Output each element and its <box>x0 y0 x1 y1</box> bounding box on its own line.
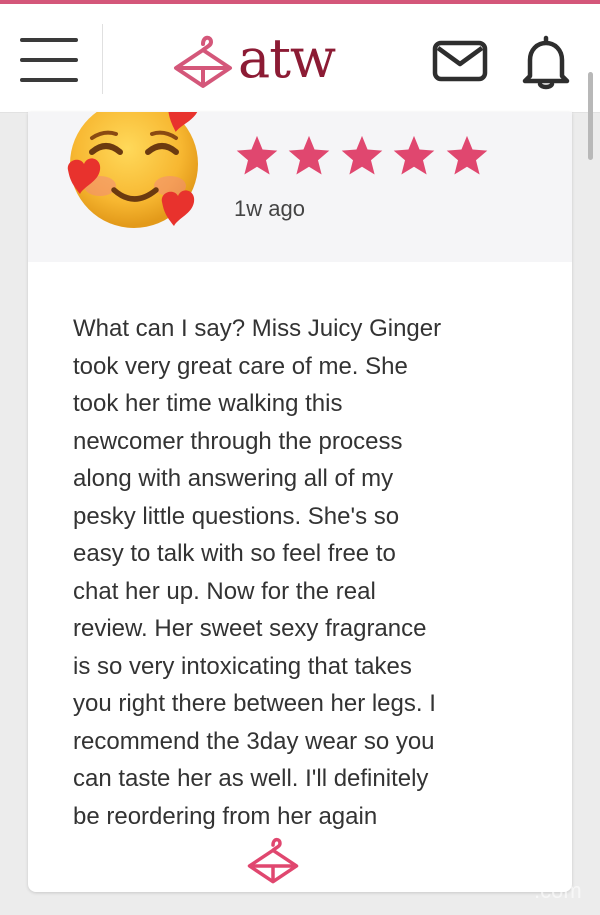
mail-icon <box>432 40 488 82</box>
star-icon <box>289 135 330 175</box>
review-header: 1w ago <box>28 112 572 262</box>
watermark: n .com <box>528 843 582 906</box>
menu-icon-bar <box>20 58 78 62</box>
logo-text: atw <box>238 27 336 90</box>
menu-icon-bar <box>20 38 78 42</box>
star-rating <box>234 134 492 180</box>
watermark-line: .com <box>534 878 582 903</box>
star-icon <box>446 135 488 175</box>
review-line: be reordering from her again <box>73 802 378 830</box>
review-line: newcomer through the process <box>73 427 403 455</box>
atw-logo[interactable]: atw <box>172 26 372 92</box>
review-line: you right there between her legs. I <box>73 690 436 717</box>
menu-button[interactable] <box>20 38 78 82</box>
review-line: pesky little questions. She's so <box>73 502 400 530</box>
hanger-divider-icon <box>247 837 299 884</box>
review-card: 1w ago What can I say? Miss Juicy Ginger… <box>28 112 572 892</box>
header-divider <box>102 24 103 94</box>
bell-icon <box>522 35 570 90</box>
menu-icon-bar <box>20 78 78 82</box>
hanger-logo-icon <box>174 35 232 88</box>
review-line: can taste her as well. I'll definitely <box>73 765 429 792</box>
review-line: took her time walking this <box>73 390 343 417</box>
review-line: recommend the 3day wear so you <box>73 727 435 755</box>
notifications-button[interactable] <box>520 34 572 90</box>
star-icon <box>236 135 278 175</box>
mail-button[interactable] <box>432 40 488 82</box>
smiling-face-with-hearts-emoji <box>67 112 198 228</box>
review-line: took very great care of me. She <box>73 352 408 380</box>
star-icon <box>394 135 435 175</box>
review-text: What can I say? Miss Juicy Ginger took v… <box>73 310 533 835</box>
review-line: What can I say? Miss Juicy Ginger <box>73 315 442 342</box>
review-line: along with answering all of my <box>73 465 394 492</box>
review-time: 1w ago <box>234 196 305 221</box>
review-line: review. Her sweet sexy fragrance <box>73 615 427 642</box>
review-line: easy to talk with so feel free to <box>73 540 396 567</box>
app-header: atw <box>0 4 600 113</box>
review-line: chat her up. Now for the real <box>73 577 376 605</box>
watermark-line: n <box>528 843 546 879</box>
star-icon <box>341 135 383 175</box>
page-scrollbar[interactable] <box>588 72 593 160</box>
review-line: is so very intoxicating that takes <box>73 652 412 680</box>
